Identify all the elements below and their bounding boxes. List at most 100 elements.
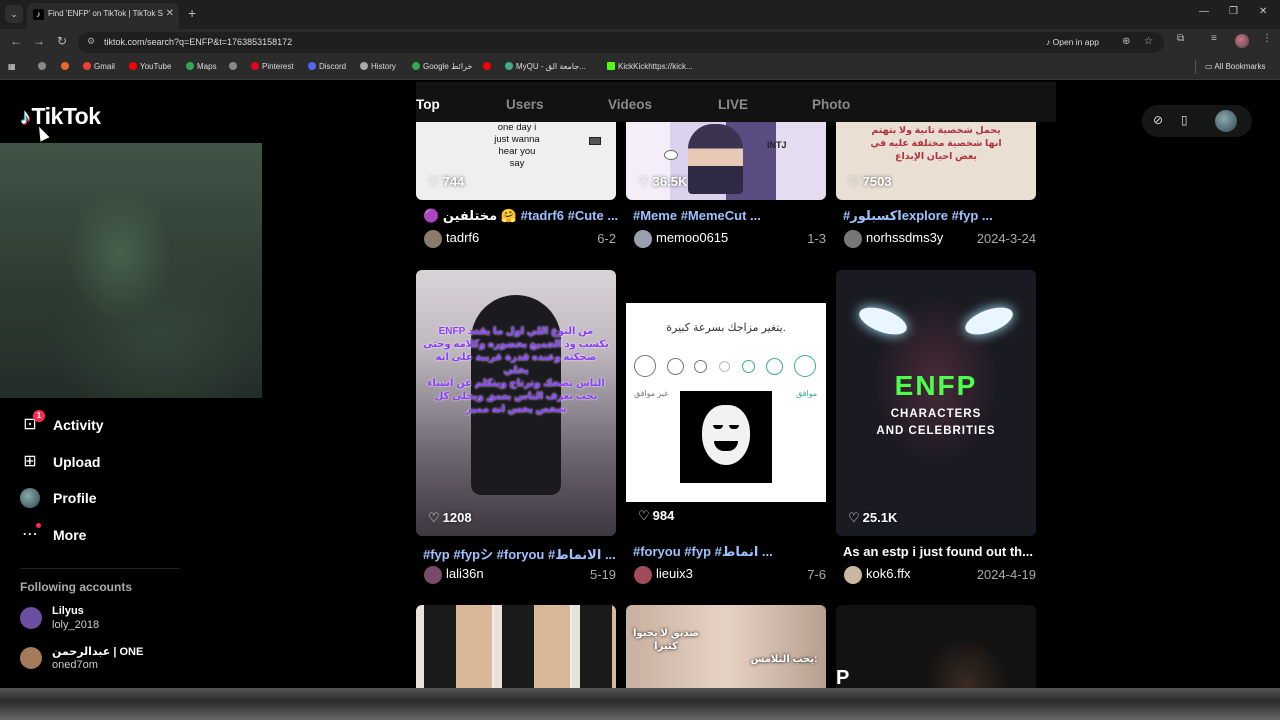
avatar — [20, 488, 40, 508]
avatar[interactable] — [634, 566, 652, 584]
all-bookmarks-button[interactable]: ▭ All Bookmarks — [1205, 62, 1265, 71]
tab-list-chevron-icon[interactable]: ⌄ — [5, 5, 23, 23]
video-caption[interactable]: 🟣 مختلفين 🤗 #tadrf6 #Cute ... — [423, 208, 623, 224]
discord-icon — [308, 62, 316, 70]
video-card[interactable]: يتغير مزاجك بسرعة كبيرة. غير موافق موافق — [626, 303, 826, 502]
phone-icon[interactable]: ▯ — [1181, 113, 1188, 127]
video-date: 2024-3-24 — [976, 231, 1036, 246]
video-author[interactable]: lali36n — [446, 566, 484, 581]
bookmark-label: Gmail — [94, 62, 115, 71]
extensions-icon[interactable]: ⧉ — [1177, 33, 1184, 44]
url-text[interactable]: tiktok.com/search?q=ENFP&t=1763853158172 — [104, 37, 292, 47]
video-caption[interactable]: #اكسبلورexplore #fyp ... — [843, 208, 1043, 224]
like-count-value: 7503 — [862, 174, 892, 189]
video-author[interactable]: norhssdms3y — [866, 230, 943, 245]
eye-left — [855, 302, 911, 340]
video-caption[interactable]: As an estp i just found out th... — [843, 544, 1043, 559]
bookmark-gmail[interactable]: Gmail — [83, 62, 115, 71]
video-caption[interactable]: #foryou #fyp #انماط ... — [633, 544, 833, 560]
video-overlay-text: INTJ — [767, 140, 787, 150]
video-author[interactable]: memoo0615 — [656, 230, 728, 245]
bookmark-star-icon[interactable]: ☆ — [1144, 36, 1153, 47]
sidebar-item-label: Activity — [53, 417, 104, 433]
video-overlay-text: ENFP من النوع اللي اول ما يقعد يكسب ود ا… — [423, 326, 609, 415]
tab-videos[interactable]: Videos — [608, 97, 652, 112]
avatar[interactable] — [634, 230, 652, 248]
tab-live[interactable]: LIVE — [718, 97, 748, 112]
video-meta: norhssdms3y 2024-3-24 — [836, 228, 1036, 248]
history-icon — [360, 62, 368, 70]
forward-arrow-icon[interactable]: → — [33, 34, 45, 48]
address-bar[interactable]: ⚙ tiktok.com/search?q=ENFP&t=17638531581… — [78, 32, 1164, 53]
bookmark-label: Maps — [197, 62, 217, 71]
video-card[interactable]: INTJ ♡ 36.5K — [626, 122, 826, 200]
maps-pin-icon — [412, 62, 420, 70]
bookmark-kick[interactable]: KickKickhttps://kick... — [607, 62, 693, 71]
video-caption[interactable]: #fyp #fypシ #foryou #الانماط ... — [423, 544, 623, 563]
open-in-app-button[interactable]: ♪ Open in app — [1040, 35, 1105, 50]
video-date: 5-19 — [589, 567, 616, 582]
tab-photo[interactable]: Photo — [812, 97, 850, 112]
tab-top[interactable]: Top — [416, 97, 440, 112]
folder-icon: ▭ — [1205, 62, 1215, 71]
scale-circle — [667, 358, 684, 375]
bookmark-myqu[interactable]: MyQU - جامعة الق... — [505, 62, 586, 71]
close-window-button[interactable]: ✕ — [1259, 6, 1267, 17]
bookmark-item[interactable] — [229, 62, 240, 71]
heart-icon: ♡ — [638, 174, 650, 189]
bookmark-item[interactable] — [38, 62, 49, 71]
tiktok-logo[interactable]: ♪TikTok — [20, 103, 101, 130]
video-card[interactable]: P — [836, 605, 1036, 688]
avatar[interactable] — [424, 566, 442, 584]
bookmark-google-maps[interactable]: Google خرائط — [412, 62, 472, 71]
minimize-button[interactable]: — — [1199, 6, 1209, 17]
bookmark-youtube[interactable]: YouTube — [129, 62, 171, 71]
all-bookmarks-label: All Bookmarks — [1214, 62, 1266, 71]
video-author[interactable]: lieuix3 — [656, 566, 693, 581]
zoom-icon[interactable]: ⊕ — [1122, 36, 1130, 47]
video-meta: lieuix3 7-6 — [626, 564, 826, 584]
avatar[interactable] — [844, 230, 862, 248]
bookmark-label: KickKickhttps://kick... — [618, 62, 693, 71]
restore-button[interactable]: ❐ — [1229, 6, 1238, 17]
university-icon — [505, 62, 513, 70]
bookmark-discord[interactable]: Discord — [308, 62, 346, 71]
video-card[interactable]: ENFP CHARACTERS AND CELEBRITIES ♡ 25.1K — [836, 270, 1036, 536]
new-tab-button[interactable]: + — [188, 5, 196, 21]
caption-text: مختلفين 🤗 — [442, 208, 521, 223]
scale-circle — [766, 358, 783, 375]
browser-tab[interactable]: ♪ Find 'ENFP' on TikTok | TikTok S ✕ — [27, 3, 179, 29]
compass-icon[interactable]: ⊘ — [1153, 113, 1163, 127]
video-author[interactable]: kok6.ffx — [866, 566, 911, 581]
site-info-icon[interactable]: ⚙ — [87, 36, 95, 47]
browser-tab-bar: ⌄ ♪ Find 'ENFP' on TikTok | TikTok S ✕ +… — [0, 0, 1280, 29]
apps-grid-icon[interactable]: ▦ — [8, 62, 16, 71]
reading-list-icon[interactable]: ≡ — [1211, 33, 1217, 44]
video-card[interactable]: صديق لا يحبوا كثيرا يحب التلامس: — [626, 605, 826, 688]
video-author[interactable]: tadrf6 — [446, 230, 479, 245]
bookmark-item[interactable] — [483, 62, 494, 71]
bookmark-maps[interactable]: Maps — [186, 62, 217, 71]
bookmark-history[interactable]: History — [360, 62, 396, 71]
avatar[interactable] — [424, 230, 442, 248]
video-card[interactable]: one day i just wanna hear you say ♡ 744 — [416, 122, 616, 200]
video-card[interactable]: يحمل شخصية تانية ولا بتهتم انها شخصية مخ… — [836, 122, 1036, 200]
bookmark-label: Discord — [319, 62, 347, 71]
browser-menu-icon[interactable]: ⋮ — [1262, 33, 1272, 44]
video-overlay-text: يحمل شخصية تانية ولا بتهتم انها شخصية مخ… — [870, 125, 1002, 162]
bookmark-pinterest[interactable]: Pinterest — [251, 62, 294, 71]
tab-close-icon[interactable]: ✕ — [166, 8, 174, 19]
reload-icon[interactable]: ↻ — [57, 34, 67, 48]
video-caption[interactable]: #Meme #MemeCut ... — [633, 208, 833, 223]
browser-profile-avatar[interactable] — [1235, 34, 1249, 48]
avatar[interactable] — [1215, 110, 1237, 132]
video-card[interactable]: ENFP من النوع اللي اول ما يقعد يكسب ود ا… — [416, 270, 616, 536]
video-card[interactable] — [416, 605, 616, 688]
back-arrow-icon[interactable]: ← — [10, 34, 22, 48]
video-overlay-subtitle: CHARACTERS AND CELEBRITIES — [876, 408, 996, 437]
scale-circle — [794, 355, 816, 377]
avatar[interactable] — [844, 566, 862, 584]
bookmark-item[interactable] — [61, 62, 72, 71]
browser-toolbar: ← → ↻ ⚙ tiktok.com/search?q=ENFP&t=17638… — [0, 29, 1280, 55]
tab-users[interactable]: Users — [506, 97, 544, 112]
